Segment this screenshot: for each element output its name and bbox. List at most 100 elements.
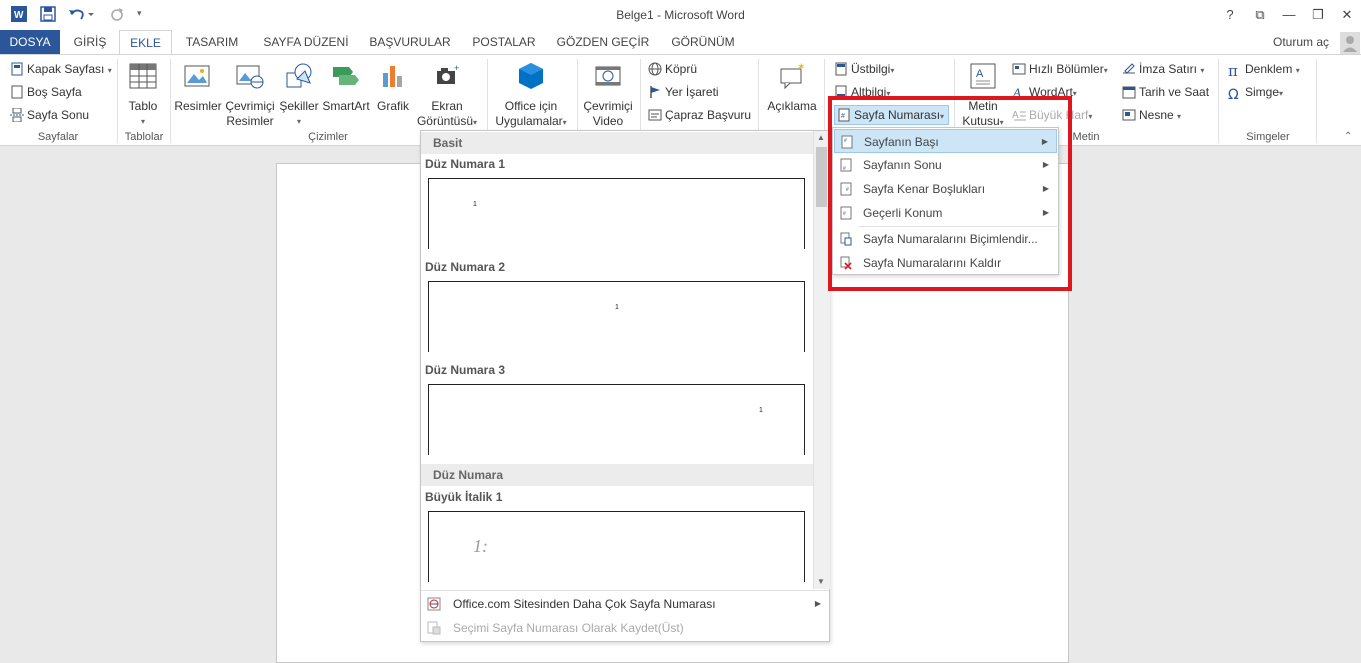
- shapes-label: Şekiller: [279, 99, 319, 113]
- scroll-down-icon[interactable]: ▼: [817, 577, 825, 586]
- scroll-up-icon[interactable]: ▲: [817, 133, 825, 142]
- symbol-label: Simge: [1245, 85, 1280, 99]
- table-icon: [129, 63, 157, 89]
- comment-label: Açıklama: [767, 99, 817, 113]
- tab-view[interactable]: GÖRÜNÜM: [664, 30, 742, 54]
- cover-page-label: Kapak Sayfası: [27, 62, 105, 76]
- blank-page-label: Boş Sayfa: [27, 85, 82, 99]
- gallery-item-number: 1: [615, 304, 619, 311]
- quick-parts-button[interactable]: Hızlı Bölümler▾: [1012, 59, 1108, 79]
- screenshot-button[interactable]: + Ekran Görüntüsü▾: [414, 61, 480, 130]
- smartart-button[interactable]: SmartArt: [320, 61, 372, 114]
- gallery-section-header: Basit: [421, 132, 813, 154]
- chevron-down-icon: ▾: [140, 117, 145, 126]
- blank-page-button[interactable]: Boş Sayfa: [10, 82, 82, 102]
- smartart-label: SmartArt: [322, 99, 370, 113]
- signature-line-label: İmza Satırı: [1139, 62, 1198, 76]
- video-icon: [595, 66, 621, 86]
- chevron-down-icon: ▾: [107, 66, 112, 75]
- title-bar: W ▾ Belge1 - Microsoft Word ? ⧉ — ❐ ✕: [0, 0, 1361, 30]
- avatar-icon[interactable]: [1340, 32, 1360, 54]
- office-apps-icon: [519, 63, 543, 89]
- hyperlink-label: Köprü: [665, 62, 698, 76]
- help-button[interactable]: ?: [1219, 5, 1241, 25]
- screenshot-label-1: Ekran: [431, 99, 463, 113]
- scrollbar-thumb[interactable]: [816, 147, 827, 207]
- gallery-item-plain-number-3[interactable]: 1: [428, 384, 805, 455]
- online-pictures-label-1: Çevrimiçi: [225, 99, 275, 113]
- online-video-button[interactable]: Çevrimiçi Video: [580, 61, 636, 129]
- gallery-item-plain-number-2[interactable]: 1: [428, 281, 805, 352]
- chevron-down-icon: ▾: [1295, 66, 1300, 75]
- chevron-down-icon: ▾: [1200, 66, 1205, 75]
- minimize-button[interactable]: —: [1278, 5, 1300, 25]
- online-video-label-2: Video: [592, 114, 624, 128]
- symbol-button[interactable]: Ω Simge▾: [1228, 82, 1283, 103]
- chevron-down-icon: ▾: [890, 66, 895, 75]
- more-page-numbers-from-office-com[interactable]: Office.com Sitesinden Daha Çok Sayfa Num…: [421, 592, 829, 616]
- date-time-label: Tarih ve Saat: [1139, 85, 1210, 99]
- tab-mailings[interactable]: POSTALAR: [466, 30, 542, 54]
- tab-page-layout[interactable]: SAYFA DÜZENİ: [258, 30, 354, 54]
- pictures-icon: [184, 65, 210, 87]
- cover-page-icon: [11, 62, 23, 76]
- chevron-down-icon: ▾: [1088, 112, 1093, 121]
- gallery-item-number: 1:: [473, 536, 488, 556]
- cover-page-button[interactable]: Kapak Sayfası ▾: [10, 59, 112, 79]
- gallery-item-large-italic-1[interactable]: 1:: [428, 511, 805, 582]
- pictures-button[interactable]: Resimler: [174, 61, 222, 114]
- online-pictures-button[interactable]: Çevrimiçi Resimler: [224, 61, 276, 129]
- office-apps-button[interactable]: Office için Uygulamalar▾: [490, 61, 572, 130]
- comment-button[interactable]: ✶ Açıklama: [764, 61, 820, 114]
- page-break-button[interactable]: Sayfa Sonu: [10, 105, 89, 125]
- chart-icon: [383, 66, 402, 87]
- hyperlink-button[interactable]: Köprü: [648, 59, 697, 79]
- gallery-item-plain-number-1[interactable]: 1: [428, 178, 805, 249]
- tab-file[interactable]: DOSYA: [0, 30, 60, 54]
- shapes-button[interactable]: Şekiller ▾: [278, 61, 320, 129]
- collapse-ribbon-icon[interactable]: ⌃: [1344, 131, 1352, 142]
- signature-line-button[interactable]: İmza Satırı ▾: [1122, 59, 1204, 79]
- tab-references[interactable]: BAŞVURULAR: [366, 30, 454, 54]
- tab-review[interactable]: GÖZDEN GEÇİR: [554, 30, 652, 54]
- ribbon-display-button[interactable]: ⧉: [1249, 5, 1271, 25]
- header-button[interactable]: Üstbilgi▾: [834, 59, 894, 79]
- chevron-down-icon: ▾: [1103, 66, 1108, 75]
- save-selection-as-page-number[interactable]: Seçimi Sayfa Numarası Olarak Kaydet(Üst): [421, 616, 829, 640]
- page-number-gallery: Basit Düz Numara 1 1 Düz Numara 2 1 Düz …: [420, 130, 830, 642]
- separator: [1218, 59, 1219, 143]
- window-title: Belge1 - Microsoft Word: [616, 8, 745, 22]
- pi-icon: π: [1228, 62, 1238, 80]
- chart-label: Grafik: [376, 99, 409, 113]
- group-label-tables: Tablolar: [124, 131, 164, 143]
- object-button[interactable]: Nesne ▾: [1122, 105, 1181, 125]
- quick-parts-icon: [1012, 63, 1026, 75]
- cross-reference-label: Çapraz Başvuru: [665, 108, 752, 122]
- tab-insert[interactable]: EKLE: [119, 30, 172, 54]
- group-label-pages: Sayfalar: [37, 131, 79, 143]
- bookmark-label: Yer İşareti: [665, 85, 719, 99]
- signin-link[interactable]: Oturum aç: [1266, 30, 1336, 54]
- maximize-button[interactable]: ❐: [1307, 5, 1329, 25]
- tab-home[interactable]: GİRİŞ: [68, 30, 112, 54]
- object-icon: [1122, 109, 1136, 121]
- bookmark-button[interactable]: Yer İşareti: [648, 82, 719, 102]
- table-label: Tablo: [128, 99, 158, 113]
- cross-reference-button[interactable]: Çapraz Başvuru: [648, 105, 751, 125]
- header-label: Üstbilgi: [851, 62, 891, 76]
- chart-button[interactable]: Grafik: [374, 61, 412, 114]
- tab-design[interactable]: TASARIM: [178, 30, 246, 54]
- chevron-down-icon: ▾: [1177, 112, 1182, 121]
- ribbon-tabs: DOSYA GİRİŞ EKLE TASARIM SAYFA DÜZENİ BA…: [0, 30, 1361, 54]
- equation-button[interactable]: π Denklem ▾: [1228, 59, 1300, 80]
- gallery-item-number: 1: [759, 407, 763, 414]
- gallery-item-title: Düz Numara 2: [425, 260, 506, 274]
- close-button[interactable]: ✕: [1336, 5, 1358, 25]
- page-break-icon: [10, 108, 24, 122]
- table-button[interactable]: Tablo ▾: [122, 61, 164, 129]
- chevron-right-icon: ▶: [814, 599, 821, 608]
- chevron-down-icon: ▾: [296, 117, 301, 126]
- date-time-button[interactable]: Tarih ve Saat: [1122, 82, 1209, 102]
- separator: [421, 590, 829, 591]
- svg-text:✶: ✶: [797, 62, 805, 73]
